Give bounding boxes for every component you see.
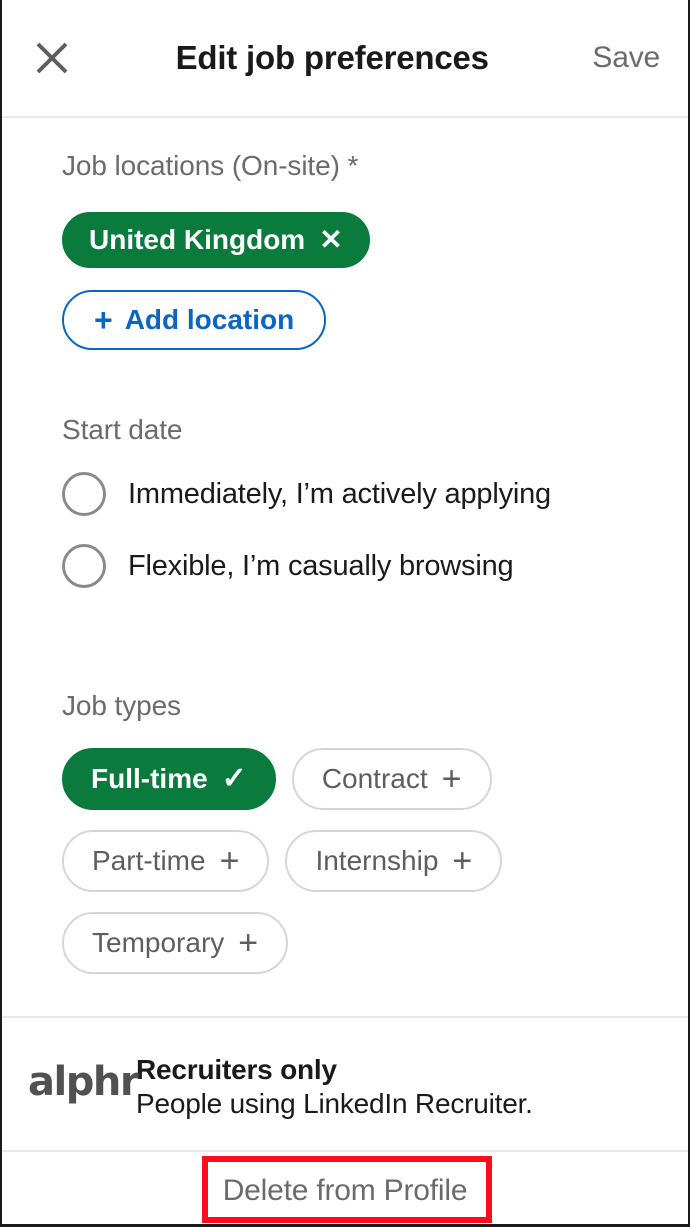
page-title: Edit job preferences — [175, 39, 489, 76]
job-type-chip-label: Full-time — [91, 763, 208, 794]
job-types-chip-rows: Full-time ✓ Contract + Part-time + Inter… — [28, 748, 662, 974]
close-icon — [30, 36, 74, 80]
add-location-button[interactable]: + Add location — [62, 290, 327, 350]
recruiters-only-subtitle: People using LinkedIn Recruiter. — [136, 1088, 533, 1119]
start-date-label: Start date — [62, 414, 183, 445]
radio-icon[interactable] — [62, 544, 106, 588]
start-date-option-label: Immediately, I’m actively applying — [128, 477, 551, 510]
job-type-chip-part-time[interactable]: Part-time + — [62, 830, 270, 892]
add-location-label: Add location — [124, 304, 295, 335]
job-locations-section: Job locations (On-site) * United Kingdom… — [28, 118, 662, 350]
check-icon: ✓ — [221, 762, 247, 795]
alphr-watermark-logo: alphr — [28, 1059, 140, 1105]
job-types-row: Temporary + — [62, 912, 662, 974]
job-locations-label: Job locations (On-site) * — [62, 150, 359, 181]
job-type-chip-full-time[interactable]: Full-time ✓ — [62, 748, 276, 810]
add-location-row: + Add location — [62, 290, 662, 350]
job-type-chip-label: Internship — [315, 845, 439, 876]
edit-job-preferences-screen: Edit job preferences Save Job locations … — [0, 0, 690, 1227]
job-type-chip-internship[interactable]: Internship + — [285, 830, 503, 892]
job-type-chip-label: Contract — [321, 763, 428, 794]
radio-icon[interactable] — [62, 472, 106, 516]
location-chip-united-kingdom[interactable]: United Kingdom ✕ — [62, 212, 370, 268]
job-types-row: Part-time + Internship + — [62, 830, 662, 892]
plus-icon: + — [452, 842, 473, 880]
start-date-option-flexible[interactable]: Flexible, I’m casually browsing — [62, 544, 662, 588]
close-button[interactable] — [24, 30, 80, 86]
job-types-label: Job types — [62, 690, 181, 721]
job-types-section: Job types Full-time ✓ Contract + Part-ti… — [28, 588, 662, 974]
recruiters-only-section: alphr Recruiters only People using Linke… — [2, 1018, 688, 1150]
job-type-chip-contract[interactable]: Contract + — [291, 748, 492, 810]
plus-icon: + — [219, 842, 240, 880]
modal-header: Edit job preferences Save — [2, 0, 688, 118]
form-body: Job locations (On-site) * United Kingdom… — [2, 118, 688, 974]
plus-icon: + — [94, 302, 113, 338]
job-type-chip-label: Part-time — [92, 845, 206, 876]
save-button[interactable]: Save — [590, 35, 662, 81]
plus-icon: + — [238, 924, 259, 962]
start-date-option-immediately[interactable]: Immediately, I’m actively applying — [62, 472, 662, 516]
recruiters-only-title: Recruiters only — [136, 1054, 337, 1085]
delete-from-profile-button[interactable]: Delete from Profile — [207, 1166, 484, 1216]
job-type-chip-temporary[interactable]: Temporary + — [62, 912, 289, 974]
remove-location-icon[interactable]: ✕ — [319, 226, 342, 254]
job-types-row: Full-time ✓ Contract + — [62, 748, 662, 810]
location-chip-label: United Kingdom — [89, 224, 306, 255]
start-date-option-label: Flexible, I’m casually browsing — [128, 549, 514, 582]
plus-icon: + — [441, 760, 462, 798]
job-locations-chip-row: United Kingdom ✕ — [62, 212, 662, 268]
start-date-section: Start date Immediately, I’m actively app… — [28, 350, 662, 588]
job-type-chip-label: Temporary — [92, 927, 225, 958]
delete-footer: Delete from Profile — [2, 1152, 688, 1227]
